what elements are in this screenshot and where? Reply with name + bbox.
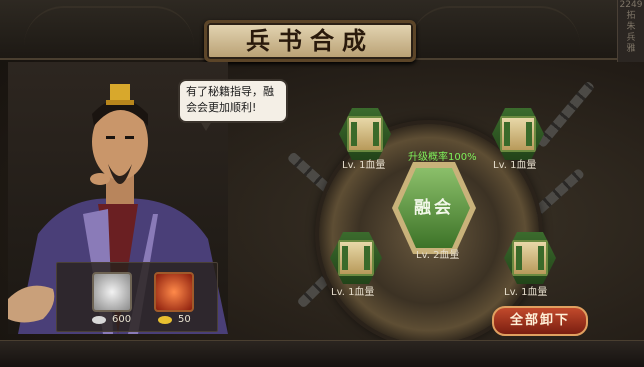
corner-text-line: 朱 [626, 22, 636, 32]
slot-level-label: Lv. 1血量 [504, 287, 548, 298]
slot-level-label: Lv. 1血量 [493, 160, 537, 171]
npc-speech-bubble: 有了秘籍指导，融会会更加顺利! [178, 79, 288, 131]
bottom-frame-bar [0, 340, 644, 367]
silver-material-qty: 600 [112, 314, 132, 325]
dragon-ornament-left [24, 6, 194, 48]
corner-text-strip: 2249 拓 朱 兵 雅 [617, 0, 644, 62]
success-rate-text: 升级概率100% [408, 152, 477, 163]
slot-level-label: Lv. 1血量 [331, 287, 375, 298]
result-level-label: Lv. 2血量 [416, 250, 460, 261]
unload-all-button[interactable]: 全部卸下 [492, 306, 588, 336]
silver-material-icon[interactable] [92, 272, 132, 312]
scroll-icon [347, 116, 383, 152]
silver-coin-icon [92, 316, 106, 324]
gold-material-qty: 50 [178, 314, 191, 325]
fire-material-icon[interactable] [154, 272, 194, 312]
corner-text-line: 兵 [626, 33, 636, 43]
window-title: 兵书合成 [204, 20, 416, 62]
dragon-ornament-right [410, 6, 580, 48]
slot-level-label: Lv. 1血量 [342, 160, 386, 171]
scroll-icon [512, 240, 548, 276]
gold-coin-icon [158, 316, 172, 324]
corner-text-line: 雅 [626, 44, 636, 54]
corner-text-line: 拓 [626, 11, 636, 21]
scroll-icon [338, 240, 374, 276]
corner-text-line: 2249 [619, 0, 643, 10]
scroll-icon [500, 116, 536, 152]
